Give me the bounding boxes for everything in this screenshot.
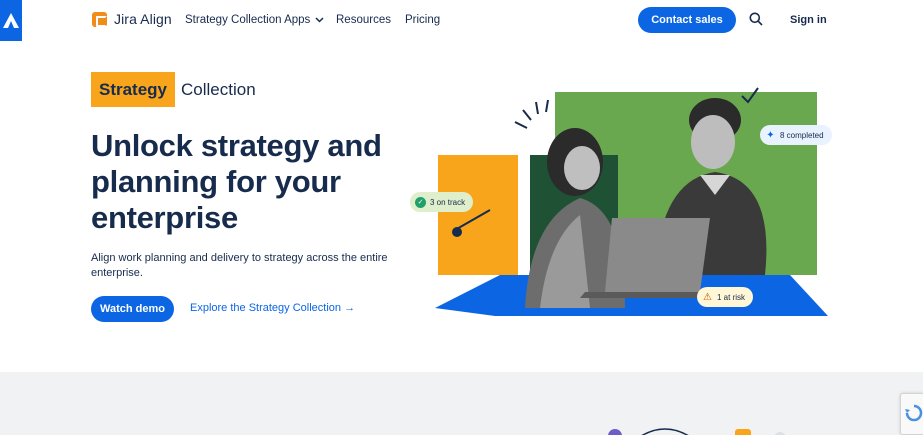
strategy-collection-badge: Strategy Collection: [91, 72, 256, 107]
jira-align-logo[interactable]: Jira Align: [92, 11, 172, 27]
completed-label: 8 completed: [780, 130, 824, 140]
on-track-label: 3 on track: [430, 197, 466, 207]
nav-resources[interactable]: Resources: [336, 14, 391, 26]
badge-text: Collection: [181, 79, 256, 99]
badge-highlight: Strategy: [91, 72, 175, 107]
at-risk-pill: ⚠ 1 at risk: [697, 287, 754, 307]
next-section-illustration: [608, 428, 786, 435]
page: Jira Align Strategy Collection Apps Reso…: [0, 0, 923, 435]
site-header: Jira Align Strategy Collection Apps Reso…: [0, 0, 923, 41]
sparkle-icon: ✦: [766, 129, 775, 141]
search-icon[interactable]: [749, 12, 763, 26]
completed-pill: ✦ 8 completed: [760, 125, 832, 145]
check-circle-icon: ✓: [415, 196, 426, 208]
watch-demo-button[interactable]: Watch demo: [91, 296, 174, 322]
contact-sales-button[interactable]: Contact sales: [638, 7, 736, 33]
logo-text: Jira Align: [114, 11, 172, 27]
hero-subtext: Align work planning and delivery to stra…: [91, 252, 388, 279]
nav-pricing[interactable]: Pricing: [405, 14, 440, 26]
atlassian-logo-icon[interactable]: [0, 0, 22, 41]
nav-strategy-collection-apps[interactable]: Strategy Collection Apps: [185, 14, 324, 26]
at-risk-label: 1 at risk: [717, 292, 746, 302]
sign-in-link[interactable]: Sign in: [790, 14, 827, 26]
recaptcha-icon[interactable]: [900, 393, 923, 435]
hero-headline: Unlock strategy and planning for your en…: [91, 128, 382, 235]
explore-strategy-collection-link[interactable]: Explore the Strategy Collection →: [190, 302, 355, 314]
on-track-pill: ✓ 3 on track: [410, 192, 474, 212]
chevron-down-icon: [315, 17, 324, 23]
warning-icon: ⚠: [703, 291, 712, 303]
nav-apps-label: Strategy Collection Apps: [185, 14, 311, 26]
jira-align-logo-icon: [92, 11, 107, 27]
hero-illustration: [435, 87, 828, 316]
